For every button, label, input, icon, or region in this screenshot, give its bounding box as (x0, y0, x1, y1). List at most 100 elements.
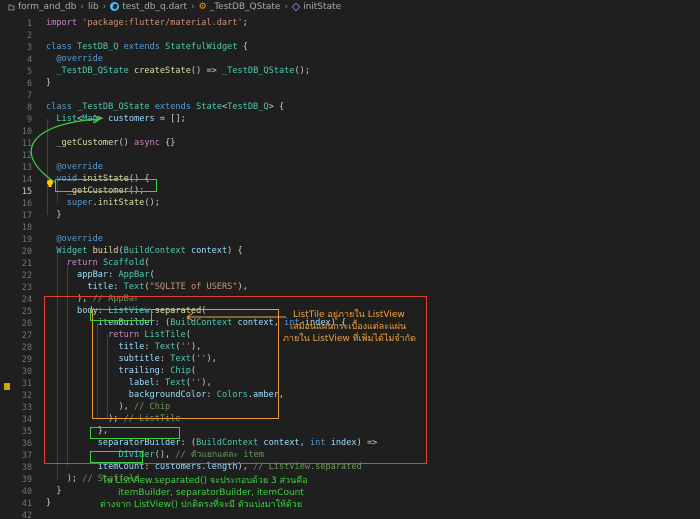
breadcrumb-folder[interactable]: form_and_db (18, 2, 76, 12)
code-text: @override (56, 234, 103, 244)
line-number: 5 (26, 66, 32, 76)
code-text: ), // AppBar (77, 294, 140, 304)
line-number: 28 (21, 342, 32, 352)
line-number: 10 (21, 126, 32, 136)
code-line-34[interactable]: 34 ); // ListTile (0, 413, 700, 425)
code-line-18[interactable]: 18 (0, 221, 700, 233)
listtile-note-line-2: เสมือนแผ่นกระเบื้องแต่ละแผ่น (290, 322, 407, 332)
breadcrumb: form_and_db › lib › test_db_q.dart › ⚙ _… (0, 0, 700, 13)
code-line-14[interactable]: 14 void initState() { (0, 173, 700, 185)
line-number: 9 (26, 114, 32, 124)
breadcrumb-class[interactable]: _TestDB_QState (210, 2, 281, 12)
code-line-30[interactable]: 30 trailing: Chip( (0, 365, 700, 377)
code-line-23[interactable]: 23 title: Text("SQLITE of USERS"), (0, 281, 700, 293)
breadcrumb-file[interactable]: test_db_q.dart (122, 2, 187, 12)
line-number: 17 (21, 210, 32, 220)
line-number: 34 (21, 414, 32, 424)
line-number: 36 (21, 438, 32, 448)
code-text: ), // Chip (118, 402, 171, 412)
line-number: 19 (21, 234, 32, 244)
line-number: 40 (21, 486, 32, 496)
code-line-29[interactable]: 29 subtitle: Text(''), (0, 353, 700, 365)
line-number: 41 (21, 498, 32, 508)
code-line-9[interactable]: 9 List<Map> customers = []; (0, 113, 700, 125)
code-line-36[interactable]: 36 separatorBuilder: (BuildContext conte… (0, 437, 700, 449)
code-text: label: Text(''), (128, 378, 212, 388)
line-number: 12 (21, 150, 32, 160)
code-line-8[interactable]: 8 class _TestDB_QState extends State<Test… (0, 101, 700, 113)
code-text: title: Text(''), (118, 342, 202, 352)
line-number: 24 (21, 294, 32, 304)
code-line-21[interactable]: 21 return Scaffold( (0, 257, 700, 269)
lightbulb-icon[interactable] (46, 179, 54, 188)
code-text: subtitle: Text(''), (118, 354, 217, 364)
code-editor[interactable]: 1 import 'package:flutter/material.dart';… (0, 13, 700, 519)
line-number: 21 (21, 258, 32, 268)
line-number: 22 (21, 270, 32, 280)
code-line-38[interactable]: 38 itemCount: customers.length), // List… (0, 461, 700, 473)
line-number: 4 (26, 54, 32, 64)
line-number: 20 (21, 246, 32, 256)
code-text: return ListTile( (108, 330, 191, 340)
code-text: } (46, 78, 52, 88)
code-line-11[interactable]: 11 _getCustomer() async {} (0, 137, 700, 149)
code-text: trailing: Chip( (118, 366, 197, 376)
line-number: 35 (21, 426, 32, 436)
line-number: 2 (26, 30, 32, 40)
code-line-20[interactable]: 20 Widget build(BuildContext context) { (0, 245, 700, 257)
code-line-2[interactable]: 2 (0, 29, 700, 41)
code-line-15[interactable]: 15 _getCustomer(); (0, 185, 700, 197)
code-text: } (46, 498, 52, 508)
code-line-16[interactable]: 16 super.initState(); (0, 197, 700, 209)
code-line-17[interactable]: 17 } (0, 209, 700, 221)
line-number: 3 (26, 42, 32, 52)
code-text: backgroundColor: Colors.amber, (128, 390, 285, 400)
code-line-5[interactable]: 5 _TestDB_QState createState() => _TestD… (0, 65, 700, 77)
line-number: 25 (21, 306, 32, 316)
code-line-4[interactable]: 4 @override (0, 53, 700, 65)
code-text: class TestDB_Q extends StatefulWidget { (46, 42, 248, 52)
code-text: Widget build(BuildContext context) { (56, 246, 243, 256)
line-number: 32 (21, 390, 32, 400)
code-text: import 'package:flutter/material.dart'; (46, 18, 248, 28)
code-line-3[interactable]: 3 class TestDB_Q extends StatefulWidget { (0, 41, 700, 53)
code-line-37[interactable]: 37 Divider(), // ตัวแยกแต่ละ item (0, 449, 700, 461)
breadcrumb-subfolder[interactable]: lib (88, 2, 99, 12)
line-number: 1 (26, 18, 32, 28)
code-line-33[interactable]: 33 ), // Chip (0, 401, 700, 413)
code-line-12[interactable]: 12 (0, 149, 700, 161)
code-line-31[interactable]: 31 label: Text(''), (0, 377, 700, 389)
code-line-6[interactable]: 6} (0, 77, 700, 89)
listtile-note-line-1: ListTile อยู่ภายใน ListView (293, 310, 405, 320)
code-line-1[interactable]: 1 import 'package:flutter/material.dart'; (0, 17, 700, 29)
line-number: 38 (21, 462, 32, 472)
code-text: void initState() { (56, 174, 150, 184)
listtile-note-line-3: ภายใน ListView ที่เพิ่มได้ไม่จำกัด (283, 334, 416, 344)
code-text: @override (56, 162, 103, 172)
chevron-right-icon: › (191, 1, 195, 12)
dart-file-icon (110, 2, 120, 11)
line-number: 11 (21, 138, 32, 148)
code-text: body: ListView.separated( (77, 306, 207, 316)
code-line-22[interactable]: 22 appBar: AppBar( (0, 269, 700, 281)
chevron-right-icon: › (80, 1, 84, 12)
code-text: separatorBuilder: (BuildContext context,… (97, 438, 378, 448)
line-number: 26 (21, 318, 32, 328)
line-number: 6 (26, 78, 32, 88)
line-number: 18 (21, 222, 32, 232)
code-text: @override (56, 54, 103, 64)
code-line-7[interactable]: 7 (0, 89, 700, 101)
line-number: 37 (21, 450, 32, 460)
line-number: 29 (21, 354, 32, 364)
code-line-19[interactable]: 19 @override (0, 233, 700, 245)
code-text: title: Text("SQLITE of USERS"), (87, 282, 248, 292)
code-line-24[interactable]: 24 ), // AppBar (0, 293, 700, 305)
code-line-13[interactable]: 13 @override (0, 161, 700, 173)
code-line-10[interactable]: 10 (0, 125, 700, 137)
code-line-35[interactable]: 35 }, (0, 425, 700, 437)
breadcrumb-method[interactable]: initState (303, 2, 341, 12)
line-number: 15 (21, 186, 32, 196)
code-text: _TestDB_QState createState() => _TestDB_… (56, 66, 311, 76)
code-text: ); // ListTile (108, 414, 181, 424)
code-line-32[interactable]: 32 backgroundColor: Colors.amber, (0, 389, 700, 401)
